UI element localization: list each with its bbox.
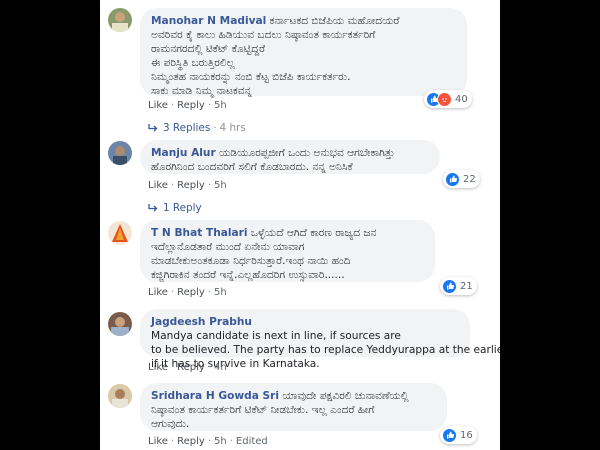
- comment-text-line: ಸಾಕು ಮಾಡಿ ನಿಮ್ಮ ನಾಟಕವನ್ನ: [151, 85, 252, 97]
- comment-text-line: ಅವರಿವರ ಕೈ ಕಾಲು ಹಿಡಿಯುವ ಬದಲು ನಿಷ್ಠಾವಂತ ಕಾ…: [151, 29, 376, 41]
- comments-panel: Manohar N Madival ಕರ್ನಾಟಕದ ಬಿಜೆಪಿಯ ಮಹೋದಯ…: [100, 0, 500, 450]
- view-replies[interactable]: 3 Replies · 4 hrs: [148, 122, 246, 134]
- reply-link[interactable]: Reply: [177, 436, 205, 447]
- reaction-summary[interactable]: 21: [440, 277, 477, 295]
- reply-link[interactable]: Reply: [177, 180, 205, 191]
- like-link[interactable]: Like: [148, 436, 168, 447]
- replies-count[interactable]: 1 Reply: [163, 202, 202, 214]
- comment-author[interactable]: Manju Alur: [151, 147, 216, 159]
- like-icon: [445, 171, 460, 187]
- reply-arrow-icon: [148, 124, 158, 132]
- user-photo-icon: [108, 384, 132, 408]
- comment-text-line: ಕಜ್ಜಿಗಿರಾಕಿನ ತಂದರೆ ಇನ್ನೆ.ಎಲ್ಲಹೊದರಿಗ ಉಸ್ಸ…: [151, 269, 345, 281]
- replies-count[interactable]: 3 Replies: [163, 122, 210, 134]
- comment: Manohar N Madival ಕರ್ನಾಟಕದ ಬಿಜೆಪಿಯ ಮಹೋದಯ…: [108, 8, 488, 134]
- comment-author[interactable]: T N Bhat Thalari: [151, 227, 248, 239]
- reply-link[interactable]: Reply: [177, 287, 205, 298]
- replies-time: 4 hrs: [219, 122, 246, 134]
- comment-text-line: ಇದೆಲ್ಲಾನೊಡತಾರೆ ಮುಂದೆ ಏನೇನು ಯಾವಾಗ: [151, 241, 305, 253]
- user-photo-icon: [108, 312, 132, 336]
- comment-bubble: Manohar N Madival ಕರ್ನಾಟಕದ ಬಿಜೆಪಿಯ ಮಹೋದಯ…: [140, 8, 467, 97]
- reaction-summary[interactable]: 16: [440, 426, 477, 444]
- comment-time[interactable]: 5h: [214, 180, 227, 191]
- comment-time[interactable]: 4h: [214, 362, 227, 373]
- reaction-count: 40: [455, 93, 468, 105]
- comment-actions: Like · Reply · 5h: [148, 180, 227, 191]
- comment-text-line: ಹೊರಗಿನಿಂದ ಬಂದವರಿಗೆ ಸಲಿಗೆ ಕೊಡಬಾರದು. ನನ್ನ …: [151, 161, 353, 173]
- like-icon: [442, 278, 457, 294]
- like-icon: [442, 427, 457, 443]
- comment-text-line: ಕರ್ನಾಟಕದ ಬಿಜೆಪಿಯ ಮಹೋದಯರೆ: [269, 15, 400, 27]
- comment-text-line: ಆಗುವುದು.: [151, 418, 190, 430]
- reaction-count: 21: [460, 280, 473, 292]
- reaction-count: 22: [463, 173, 476, 185]
- avatar[interactable]: [108, 384, 132, 408]
- comment-actions: Like · Reply · 4h: [148, 362, 227, 373]
- reply-arrow-icon: [148, 204, 158, 212]
- comment-time[interactable]: 5h: [214, 287, 227, 298]
- comment: Sridhara H Gowda Sri ಯಾವುದೇ ಪಕ್ಷವಿರಲಿ ಚು…: [108, 383, 488, 450]
- comment-text-line: ನಿಮ್ಮಂತಹ ನಾಯಕರನ್ನು ನಂಬಿ ಕೆಟ್ಟ ಬಿಜೆಪಿ ಕಾರ…: [151, 71, 351, 83]
- user-photo-icon: [108, 8, 132, 32]
- comment-actions: Like · Reply · 5h · Edited: [148, 436, 268, 447]
- like-link[interactable]: Like: [148, 100, 168, 111]
- comment-text-line: ಒಳ್ಳೆಯದೆ ಆಗಿದೆ ಕಾರಣ ರಾಜ್ಯದ ಜನ: [250, 227, 377, 239]
- comment-bubble: Sridhara H Gowda Sri ಯಾವುದೇ ಪಕ್ಷವಿರಲಿ ಚು…: [140, 383, 447, 431]
- comment-actions: Like · Reply · 5h: [148, 287, 227, 298]
- comment-text-line: ನಿಷ್ಠಾವಂತ ಕಾರ್ಯಕರ್ತರಿಗೆ ಟಿಕೆಟ್ ನೀಡಬೇಕು. …: [151, 404, 375, 416]
- user-photo-icon: [108, 221, 132, 245]
- comment: T N Bhat Thalari ಒಳ್ಳೆಯದೆ ಆಗಿದೆ ಕಾರಣ ರಾಜ…: [108, 220, 488, 302]
- reply-link[interactable]: Reply: [177, 100, 205, 111]
- edited-label[interactable]: Edited: [236, 436, 268, 447]
- comment-bubble: T N Bhat Thalari ಒಳ್ಳೆಯದೆ ಆಗಿದೆ ಕಾರಣ ರಾಜ…: [140, 220, 435, 282]
- comment: Jagdeesh Prabhu Mandya candidate is next…: [108, 309, 500, 377]
- avatar[interactable]: [108, 8, 132, 32]
- comment-text-line: Mandya candidate is next in line, if sou…: [151, 330, 401, 342]
- comment-actions: Like · Reply · 5h: [148, 100, 227, 111]
- reaction-count: 16: [460, 429, 473, 441]
- comment-text-line: ಯಾವುದೇ ಪಕ್ಷವಿರಲಿ ಚುನಾವಣೆಯಲ್ಲಿ: [282, 390, 409, 402]
- reaction-summary[interactable]: 40: [424, 90, 472, 108]
- avatar[interactable]: [108, 141, 132, 165]
- comment-author[interactable]: Manohar N Madival: [151, 15, 266, 27]
- like-link[interactable]: Like: [148, 180, 168, 191]
- reaction-summary[interactable]: 22: [443, 170, 480, 188]
- user-photo-icon: [108, 141, 132, 165]
- comment-author[interactable]: Sridhara H Gowda Sri: [151, 390, 279, 402]
- comment-time[interactable]: 5h: [214, 436, 227, 447]
- comment-bubble: Manju Alur ಯಡಿಯೂರಪ್ಪಜೀಗೆ ಒಂದು ಅನುಭವ ಆಗಬೇ…: [140, 140, 440, 174]
- avatar[interactable]: [108, 312, 132, 336]
- comment-text-line: ಯಡಿಯೂರಪ್ಪಜೀಗೆ ಒಂದು ಅನುಭವ ಆಗಬೇಕಾಗಿತ್ತು: [219, 147, 395, 159]
- comment-text-line: ರಾಮನಗರದಲ್ಲಿ ಟಿಕೆಟ್ ಕೊಟ್ಟಿದ್ದರೆ: [151, 43, 266, 55]
- comment-time[interactable]: 5h: [214, 100, 227, 111]
- like-link[interactable]: Like: [148, 287, 168, 298]
- angry-icon: [437, 91, 452, 107]
- avatar[interactable]: [108, 221, 132, 245]
- comment: Manju Alur ಯಡಿಯೂರಪ್ಪಜೀಗೆ ಒಂದು ಅನುಭವ ಆಗಬೇ…: [108, 140, 488, 218]
- comment-text-line: to be believed. The party has to replace…: [151, 344, 500, 356]
- view-replies[interactable]: 1 Reply: [148, 202, 202, 214]
- comment-text-line: ಈ ಪರಿಸ್ಥಿತಿ ಬರುತ್ತಿರಲಿಲ್ಲ: [151, 57, 235, 69]
- reply-link[interactable]: Reply: [177, 362, 205, 373]
- comment-bubble: Jagdeesh Prabhu Mandya candidate is next…: [140, 309, 500, 370]
- comment-text-line: ಮಾಡಬೇಕುಅಂತಕೂಡಾ ನಿರ್ಧರಿಸುತ್ತಾರೆ.ಇಂಥ ನಾಯಿ …: [151, 255, 351, 267]
- like-link[interactable]: Like: [148, 362, 168, 373]
- comment-author[interactable]: Jagdeesh Prabhu: [151, 316, 252, 328]
